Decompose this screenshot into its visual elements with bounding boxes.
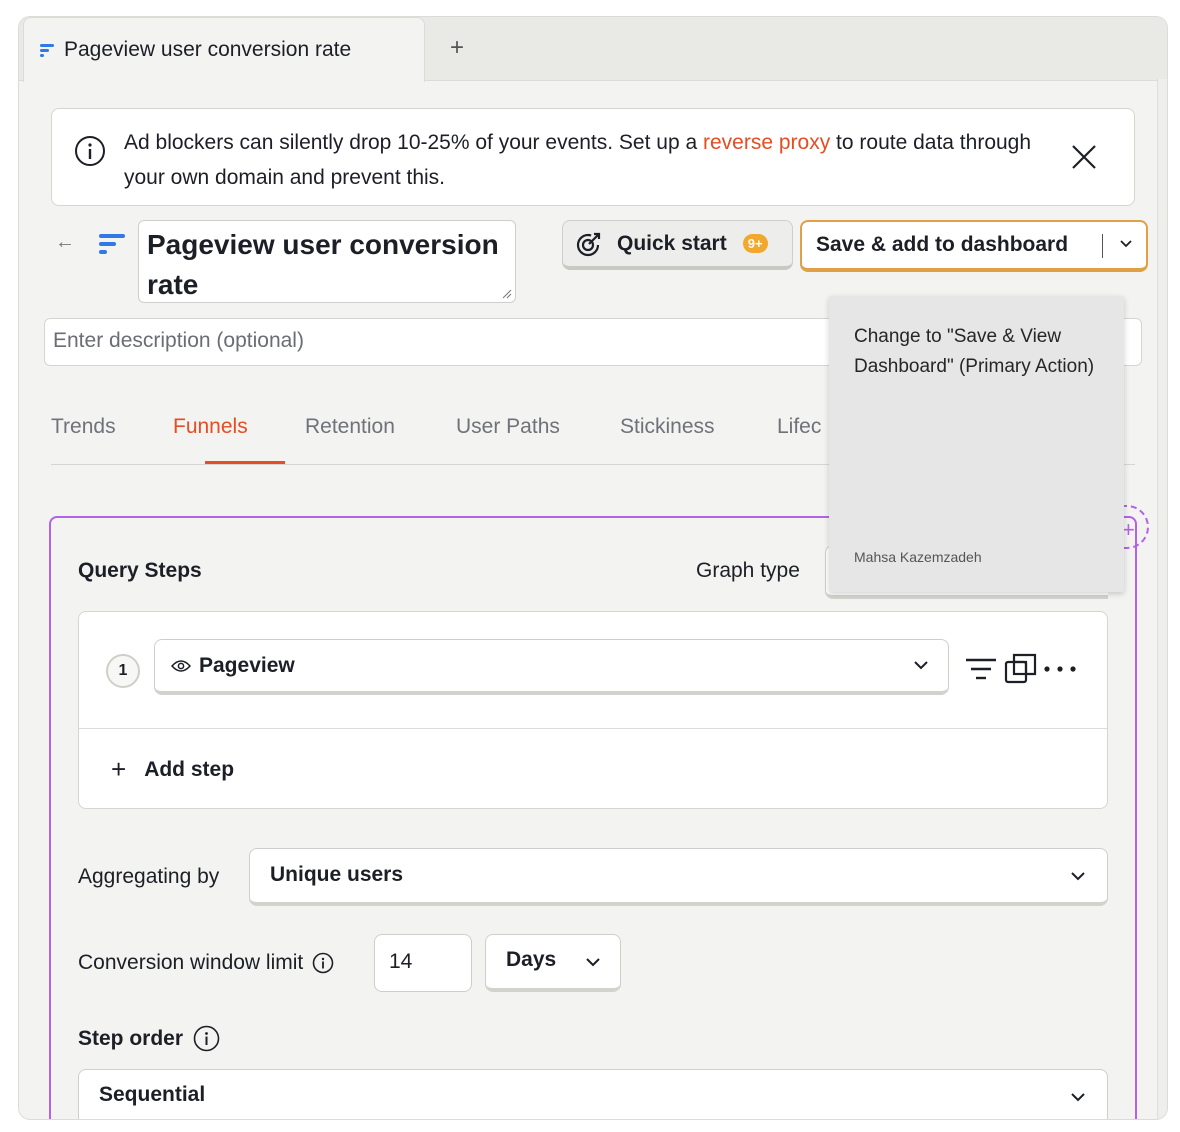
save-label: Save & add to dashboard — [816, 233, 1069, 256]
scrollbar-track[interactable] — [1157, 79, 1167, 1119]
more-options-icon[interactable] — [1043, 664, 1079, 674]
app-window: Pageview user conversion rate + Ad block… — [18, 16, 1168, 1120]
insight-title: Pageview user conversion rate — [147, 229, 499, 300]
aggregating-select[interactable]: Unique users — [249, 848, 1108, 906]
conversion-unit-select[interactable]: Days — [485, 934, 621, 992]
new-tab-button[interactable]: + — [443, 33, 471, 63]
description-placeholder: Enter description (optional) — [53, 329, 304, 352]
info-icon[interactable] — [193, 1025, 220, 1052]
tab-retention[interactable]: Retention — [305, 415, 395, 439]
eye-icon — [171, 659, 191, 672]
chevron-down-icon — [914, 661, 928, 670]
step-order-label: Step order — [78, 1025, 220, 1052]
aggregating-label: Aggregating by — [78, 865, 220, 888]
step-number-badge: 1 — [106, 654, 140, 688]
tab-lifecycle[interactable]: Lifec — [777, 415, 821, 439]
chevron-down-icon — [586, 958, 600, 967]
insight-title-input[interactable]: Pageview user conversion rate — [138, 220, 516, 303]
graph-type-label: Graph type — [696, 559, 800, 582]
divider — [79, 728, 1107, 729]
tooltip-text: Change to "Save & View Dashboard" (Prima… — [854, 326, 1095, 377]
close-icon[interactable] — [1068, 141, 1100, 173]
tab-insight[interactable]: Pageview user conversion rate — [23, 17, 425, 82]
save-add-dashboard-button[interactable]: Save & add to dashboard — [800, 220, 1148, 272]
comment-tooltip: Change to "Save & View Dashboard" (Prima… — [829, 296, 1124, 592]
notification-badge: 9+ — [742, 234, 768, 253]
conversion-window-input[interactable]: 14 — [374, 934, 472, 992]
add-step-label: Add step — [144, 757, 235, 781]
plus-icon: + — [111, 754, 127, 784]
reverse-proxy-link[interactable]: reverse proxy — [703, 131, 830, 154]
add-step-button[interactable]: + Add step — [111, 754, 234, 785]
ad-blocker-banner: Ad blockers can silently drop 10-25% of … — [51, 108, 1135, 206]
back-arrow-icon[interactable]: ← — [55, 231, 75, 254]
chevron-down-icon — [1071, 872, 1085, 881]
funnel-icon — [99, 234, 125, 256]
tab-trends[interactable]: Trends — [51, 415, 116, 439]
tab-user-paths[interactable]: User Paths — [456, 415, 560, 439]
button-divider — [1102, 234, 1103, 258]
info-icon — [75, 136, 105, 166]
quick-start-button[interactable]: Quick start 9+ — [562, 220, 793, 270]
resize-handle-icon[interactable] — [502, 289, 512, 299]
tab-bar: Pageview user conversion rate + — [19, 17, 1167, 82]
tab-funnels[interactable]: Funnels — [173, 415, 248, 439]
chevron-down-icon[interactable] — [1118, 235, 1134, 251]
query-steps-box: 1 Pageview + Add step — [78, 611, 1108, 809]
step-event-label: Pageview — [199, 653, 295, 677]
aggregating-value: Unique users — [270, 863, 404, 886]
info-icon[interactable] — [312, 952, 334, 974]
query-steps-title: Query Steps — [78, 559, 202, 582]
banner-text: Ad blockers can silently drop 10-25% of … — [124, 131, 1032, 189]
filter-icon[interactable] — [964, 656, 998, 684]
tab-stickiness[interactable]: Stickiness — [620, 415, 715, 439]
tab-label: Pageview user conversion rate — [64, 38, 352, 61]
step-event-select[interactable]: Pageview — [154, 639, 949, 695]
rocket-target-icon — [576, 232, 601, 256]
conversion-window-label: Conversion window limit — [78, 951, 334, 975]
funnel-icon — [40, 44, 56, 57]
step-order-select[interactable]: Sequential — [78, 1069, 1108, 1119]
tooltip-author: Mahsa Kazemzadeh — [854, 549, 982, 565]
quick-start-label: Quick start — [617, 231, 727, 255]
chevron-down-icon — [1071, 1093, 1085, 1102]
duplicate-icon[interactable] — [1004, 652, 1038, 686]
active-tab-indicator — [205, 461, 285, 464]
